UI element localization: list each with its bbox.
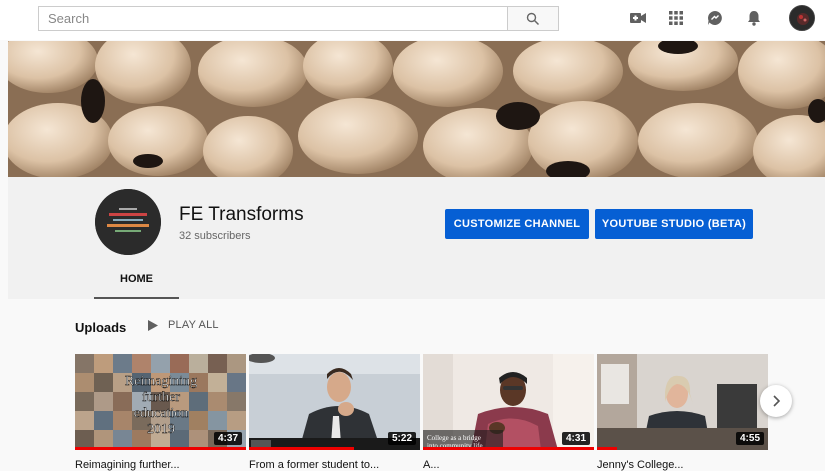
uploads-section: Uploads PLAY ALL Reimagining further edu… (8, 299, 825, 471)
play-all-button[interactable]: PLAY ALL (148, 319, 219, 331)
search-input[interactable] (38, 6, 508, 31)
play-icon (148, 319, 158, 331)
messages-button[interactable] (706, 9, 724, 27)
subscriber-count: 32 subscribers (179, 230, 251, 242)
video-thumbnail-1[interactable]: Reimagining further education 2019 4:37 (75, 354, 246, 450)
watch-progress-bar (249, 447, 354, 450)
channel-avatar-image (95, 189, 161, 255)
watch-progress-bar (75, 447, 246, 450)
messages-icon (708, 11, 722, 25)
video-1-overlay-line-2: further (142, 390, 180, 405)
video-title-1[interactable]: Reimagining further... (75, 459, 240, 471)
search-button[interactable] (507, 6, 559, 31)
video-1-overlay-line-4: 2019 (147, 422, 175, 437)
channel-avatar (95, 189, 161, 255)
video-3-overlay-line-1: College as a bridge (427, 434, 481, 442)
customize-channel-button[interactable]: CUSTOMIZE CHANNEL (445, 209, 589, 239)
chevron-right-icon (773, 395, 781, 407)
video-thumbnail-4[interactable]: 4:55 (597, 354, 768, 450)
video-title-4[interactable]: Jenny's College... (597, 459, 762, 471)
notifications-bell-icon (748, 11, 760, 26)
carousel-next-button[interactable] (760, 385, 792, 417)
create-video-button[interactable] (629, 9, 647, 27)
watch-progress-bar (597, 447, 617, 450)
video-1-overlay-line-3: education (134, 406, 188, 421)
banner-beans-image (8, 41, 825, 177)
avatar-image (790, 6, 814, 30)
create-video-icon (629, 13, 646, 23)
notifications-button[interactable] (745, 9, 763, 27)
video-title-2[interactable]: From a former student to... (249, 459, 414, 471)
video-title-3[interactable]: A... (423, 459, 588, 471)
video-thumbnail-2[interactable]: 5:22 (249, 354, 420, 450)
apps-icon (669, 11, 683, 25)
video-duration: 4:37 (213, 432, 242, 445)
watch-progress-bar (423, 447, 594, 450)
uploads-heading[interactable]: Uploads (75, 320, 126, 335)
video-thumbnail-3[interactable]: College as a bridge into community life … (423, 354, 594, 450)
play-all-label: PLAY ALL (168, 319, 219, 331)
apps-button[interactable] (667, 9, 685, 27)
channel-name: FE Transforms (179, 204, 304, 225)
channel-banner (8, 41, 825, 177)
search-icon (526, 12, 540, 25)
account-avatar[interactable] (789, 5, 815, 31)
video-duration: 5:22 (387, 432, 416, 445)
tab-home[interactable]: HOME (94, 261, 179, 299)
video-1-overlay-line-1: Reimagining (125, 374, 197, 389)
masthead (0, 0, 825, 40)
video-duration: 4:55 (735, 432, 764, 445)
video-duration: 4:31 (561, 432, 590, 445)
channel-header: FE Transforms 32 subscribers CUSTOMIZE C… (8, 177, 825, 299)
youtube-studio-button[interactable]: YOUTUBE STUDIO (BETA) (595, 209, 753, 239)
